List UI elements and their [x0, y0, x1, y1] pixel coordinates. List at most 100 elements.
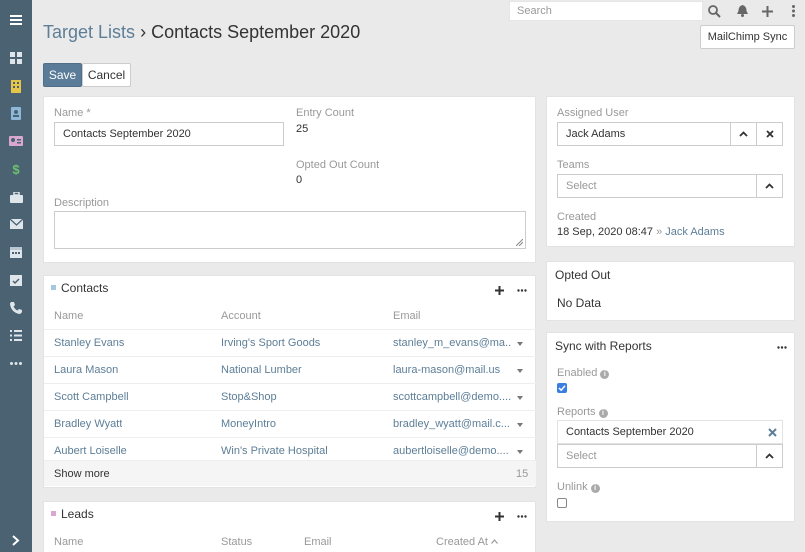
description-label: Description	[54, 197, 110, 209]
table-row: Scott Campbell Stop&Shop scottcampbell@d…	[44, 383, 536, 410]
teams-input[interactable]: Select	[557, 174, 757, 198]
overview-panel: Name * Contacts September 2020 Entry Cou…	[43, 96, 536, 263]
leads-color-marker	[51, 511, 56, 516]
contact-email-link[interactable]: bradley_wyatt@mail.c...	[393, 418, 511, 430]
record-title: Contacts September 2020	[151, 22, 361, 42]
info-icon[interactable]: i	[590, 484, 600, 493]
contacts-options-dots-icon[interactable]	[516, 284, 528, 296]
teams-label: Teams	[557, 159, 590, 171]
column-header-status[interactable]: Status	[221, 536, 252, 548]
contact-name-link[interactable]: Aubert Loiselle	[54, 445, 127, 457]
teams-select-button[interactable]	[756, 174, 783, 198]
accounts-building-icon[interactable]	[0, 74, 32, 98]
row-actions-caret-icon[interactable]	[517, 396, 523, 400]
tasks-list-icon[interactable]	[0, 323, 32, 347]
info-icon[interactable]: i	[600, 370, 610, 379]
notifications-bell-icon[interactable]	[734, 3, 750, 19]
enabled-checkbox[interactable]	[557, 383, 567, 393]
contact-account-link[interactable]: MoneyIntro	[221, 418, 276, 430]
row-actions-caret-icon[interactable]	[517, 423, 523, 427]
show-more-bar: Show more 15	[44, 460, 536, 486]
search-input[interactable]: Search	[509, 1, 703, 21]
menu-toggle-icon[interactable]	[0, 8, 32, 32]
contact-name-link[interactable]: Laura Mason	[54, 364, 118, 376]
close-icon	[765, 130, 774, 138]
assigned-user-input[interactable]: Jack Adams	[557, 122, 731, 146]
column-header-name[interactable]: Name	[54, 310, 83, 322]
name-input[interactable]: Contacts September 2020	[54, 122, 284, 146]
assigned-user-clear-button[interactable]	[756, 122, 783, 146]
remove-report-close-icon[interactable]	[766, 426, 778, 438]
sort-ascending-icon	[491, 539, 499, 544]
opted-out-panel: Opted Out No Data	[546, 261, 795, 321]
contact-name-link[interactable]: Scott Campbell	[54, 391, 129, 403]
leads-panel: Leads Name Status Email Created At	[43, 501, 536, 552]
contact-email-link[interactable]: laura-mason@mail.us	[393, 364, 511, 376]
contact-account-link[interactable]: Win's Private Hospital	[221, 445, 328, 457]
sync-options-dots-icon[interactable]	[776, 341, 788, 353]
contact-email-link[interactable]: aubertloiselle@demo....	[393, 445, 511, 457]
contacts-panel: Contacts Name Account Email Stanley Evan…	[43, 275, 536, 488]
checkmark-icon	[558, 385, 566, 392]
opted-out-count-label: Opted Out Count	[296, 159, 380, 171]
column-header-email[interactable]: Email	[304, 536, 332, 548]
save-button[interactable]: Save	[43, 63, 82, 87]
description-textarea[interactable]	[54, 211, 526, 249]
menu-vertical-dots-icon[interactable]	[785, 3, 801, 19]
calls-phone-icon[interactable]	[0, 296, 32, 320]
contacts-panel-title: Contacts	[51, 281, 108, 295]
contact-name-link[interactable]: Bradley Wyatt	[54, 418, 122, 430]
breadcrumb-target-lists[interactable]: Target Lists	[43, 22, 135, 42]
report-item: Contacts September 2020	[557, 420, 783, 444]
contact-account-link[interactable]: Stop&Shop	[221, 391, 277, 403]
column-header-account[interactable]: Account	[221, 310, 261, 322]
opted-out-empty-text: No Data	[557, 296, 602, 310]
table-row: Laura Mason National Lumber laura-mason@…	[44, 356, 536, 383]
table-row: Stanley Evans Irving's Sport Goods stanl…	[44, 329, 536, 356]
contact-email-link[interactable]: scottcampbell@demo....	[393, 391, 511, 403]
reports-select-button[interactable]	[756, 444, 783, 468]
column-header-email[interactable]: Email	[393, 310, 421, 322]
more-horizontal-icon[interactable]	[0, 351, 32, 375]
email-envelope-icon[interactable]	[0, 212, 32, 236]
row-actions-caret-icon[interactable]	[517, 342, 523, 346]
add-contact-plus-icon[interactable]	[493, 284, 505, 296]
search-icon[interactable]	[706, 3, 722, 19]
contact-name-link[interactable]: Stanley Evans	[54, 337, 124, 349]
leads-options-dots-icon[interactable]	[516, 510, 528, 522]
leads-card-icon[interactable]	[0, 129, 32, 153]
unlink-checkbox[interactable]	[557, 498, 567, 508]
quick-create-plus-icon[interactable]	[759, 3, 775, 19]
row-actions-caret-icon[interactable]	[517, 450, 523, 454]
row-actions-caret-icon[interactable]	[517, 369, 523, 373]
cancel-button[interactable]: Cancel	[82, 63, 131, 87]
column-header-created-at[interactable]: Created At	[436, 536, 499, 548]
contact-email-link[interactable]: stanley_m_evans@ma...	[393, 337, 511, 349]
assigned-user-select-button[interactable]	[730, 122, 757, 146]
show-more-link[interactable]: Show more	[54, 468, 110, 480]
dashboard-icon[interactable]	[0, 46, 32, 70]
cases-briefcase-icon[interactable]	[0, 185, 32, 209]
contact-account-link[interactable]: Irving's Sport Goods	[221, 337, 320, 349]
contacts-color-marker	[51, 285, 56, 290]
sync-reports-panel-title: Sync with Reports	[555, 339, 652, 353]
mailchimp-sync-button[interactable]: MailChimp Sync	[700, 25, 795, 49]
info-icon[interactable]: i	[598, 409, 608, 418]
chevron-up-icon	[739, 131, 748, 137]
reports-select-input[interactable]: Select	[557, 444, 757, 468]
opted-out-count-value: 0	[296, 174, 303, 186]
contacts-badge-icon[interactable]	[0, 101, 32, 125]
opportunities-dollar-icon[interactable]: $	[0, 157, 32, 181]
calendar-icon[interactable]	[0, 240, 32, 264]
entry-count-value: 25	[296, 123, 309, 135]
calendar-check-icon[interactable]	[0, 268, 32, 292]
expand-chevron-right-icon[interactable]	[0, 528, 32, 552]
resize-handle-icon[interactable]	[516, 239, 523, 246]
contact-account-link[interactable]: National Lumber	[221, 364, 302, 376]
add-lead-plus-icon[interactable]	[493, 510, 505, 522]
column-header-name[interactable]: Name	[54, 536, 83, 548]
created-value: 18 Sep, 2020 08:47 » Jack Adams	[557, 226, 725, 238]
created-by-link[interactable]: Jack Adams	[665, 226, 724, 238]
page-title: Target Lists › Contacts September 2020	[43, 22, 360, 43]
opted-out-panel-title: Opted Out	[555, 268, 611, 282]
